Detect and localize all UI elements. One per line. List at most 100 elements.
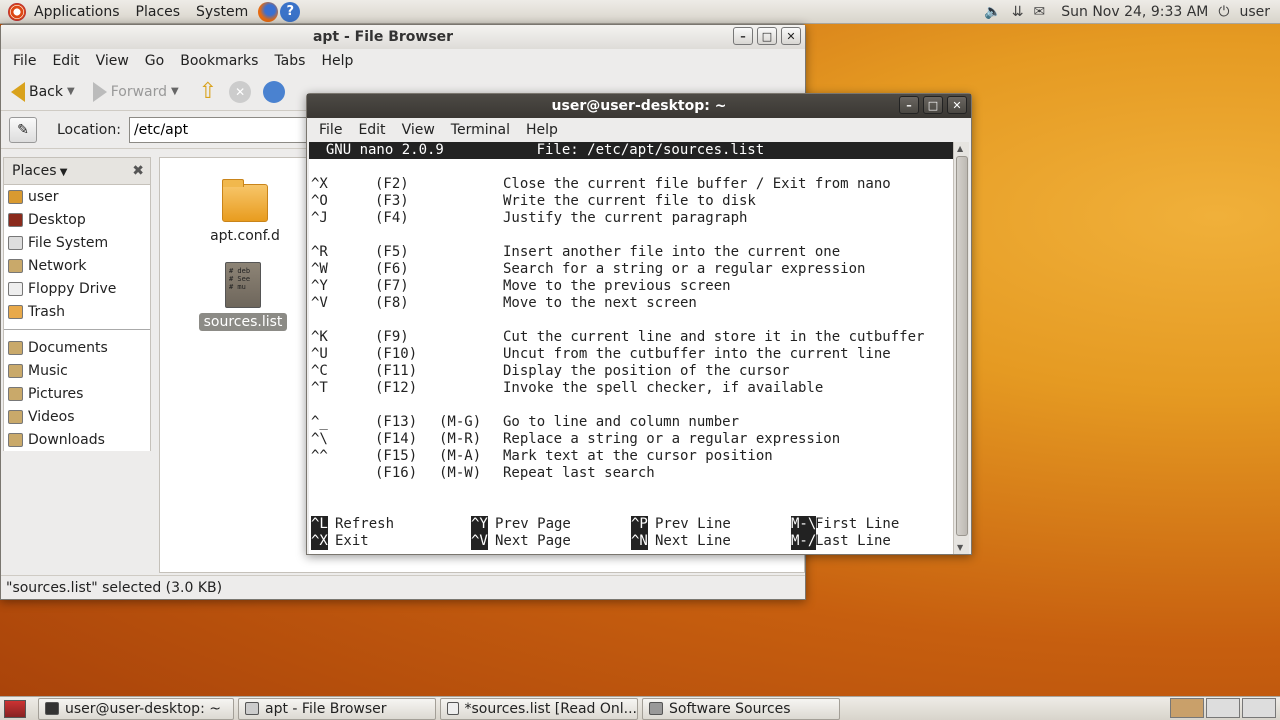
sidebar-item-pictures[interactable]: Pictures <box>4 382 150 405</box>
maximize-button[interactable]: □ <box>923 96 943 114</box>
maximize-button[interactable]: □ <box>757 27 777 45</box>
menu-view[interactable]: View <box>394 122 443 138</box>
menu-go[interactable]: Go <box>137 53 172 69</box>
sidebar-item-floppy-drive[interactable]: Floppy Drive <box>4 277 150 300</box>
minimize-button[interactable]: – <box>733 27 753 45</box>
shortcut-key: ^P <box>631 516 648 533</box>
shortcut-label: Next Page <box>495 533 571 549</box>
sidebar-divider <box>4 329 150 330</box>
menu-file[interactable]: File <box>311 122 350 138</box>
places-menu[interactable]: Places <box>128 4 189 20</box>
status-bar: "sources.list" selected (3.0 KB) <box>1 575 805 599</box>
ubuntu-logo-icon[interactable] <box>8 2 26 21</box>
workspace-3[interactable] <box>1242 698 1276 718</box>
sidebar-item-desktop[interactable]: Desktop <box>4 208 150 231</box>
text-editor-icon <box>447 702 459 715</box>
shortcut-key: ^X <box>311 533 328 550</box>
drive-icon <box>8 235 23 250</box>
downloads-folder-icon <box>8 432 23 447</box>
help-key: ^Y <box>311 278 328 294</box>
terminal-screen[interactable]: GNU nano 2.0.9 File: /etc/apt/sources.li… <box>309 142 953 554</box>
terminal-scrollbar[interactable]: ▲ ▼ <box>953 142 969 554</box>
help-key: ^^ <box>311 448 328 464</box>
workspace-2[interactable] <box>1206 698 1240 718</box>
close-sidebar-icon[interactable]: ✖ <box>132 163 144 179</box>
sidebar-item-music[interactable]: Music <box>4 359 150 382</box>
scroll-down-icon[interactable]: ▼ <box>957 543 963 552</box>
task-label: Software Sources <box>669 700 791 717</box>
sidebar-item-file-system[interactable]: File System <box>4 231 150 254</box>
help-description: Justify the current paragraph <box>503 210 748 226</box>
places-dropdown[interactable]: Places ▼ <box>12 163 67 179</box>
forward-label: Forward <box>110 83 168 100</box>
sidebar-item-downloads[interactable]: Downloads <box>4 428 150 451</box>
sidebar-list: user Desktop File System Network Floppy … <box>3 185 151 451</box>
minimize-button[interactable]: – <box>899 96 919 114</box>
network-icon[interactable]: ⇊ <box>1012 4 1024 20</box>
mail-icon[interactable]: ✉ <box>1034 4 1046 20</box>
menu-edit[interactable]: Edit <box>44 53 87 69</box>
chevron-down-icon[interactable]: ▼ <box>171 86 179 97</box>
firefox-icon[interactable] <box>258 1 279 22</box>
shutdown-icon[interactable]: ⏻ <box>1218 4 1229 20</box>
taskbar-item-terminal[interactable]: user@user-desktop: ~ <box>38 697 234 720</box>
system-menu[interactable]: System <box>188 4 256 20</box>
help-fkey: (F6) <box>375 261 409 277</box>
menu-help[interactable]: Help <box>313 53 361 69</box>
menu-edit[interactable]: Edit <box>350 122 393 138</box>
show-desktop-icon[interactable] <box>4 699 26 718</box>
sidebar-item-user[interactable]: user <box>4 185 150 208</box>
chevron-down-icon[interactable]: ▼ <box>67 86 75 97</box>
network-folder-icon <box>8 258 23 273</box>
scrollbar-thumb[interactable] <box>956 156 968 536</box>
file-item-text[interactable]: # deb # See # mu sources.list <box>198 262 288 331</box>
stop-icon[interactable]: ✕ <box>229 80 252 103</box>
sidebar-item-documents[interactable]: Documents <box>4 336 150 359</box>
workspace-1[interactable] <box>1170 698 1204 718</box>
taskbar-item-software-sources[interactable]: Software Sources <box>642 697 840 720</box>
menu-help[interactable]: Help <box>518 122 566 138</box>
menu-bookmarks[interactable]: Bookmarks <box>172 53 266 69</box>
pencil-icon[interactable]: ✎ <box>9 116 37 143</box>
close-button[interactable]: ✕ <box>947 96 967 114</box>
help-fkey: (F3) <box>375 193 409 209</box>
sidebar-item-label: Trash <box>28 303 65 320</box>
help-description: Cut the current line and store it in the… <box>503 329 925 345</box>
close-button[interactable]: ✕ <box>781 27 801 45</box>
menu-tabs[interactable]: Tabs <box>266 53 313 69</box>
help-metakey: (M-R) <box>439 431 482 447</box>
task-label: user@user-desktop: ~ <box>65 700 221 717</box>
sidebar-item-videos[interactable]: Videos <box>4 405 150 428</box>
sidebar-item-network[interactable]: Network <box>4 254 150 277</box>
window-title: apt - File Browser <box>312 29 454 45</box>
back-button[interactable]: Back ▼ <box>7 80 79 104</box>
forward-button[interactable]: Forward ▼ <box>89 80 183 104</box>
shortcut-key: M-/ <box>791 533 817 550</box>
sidebar-item-label: File System <box>28 234 109 251</box>
file-name: sources.list <box>198 313 288 331</box>
terminal-menubar: File Edit View Terminal Help <box>307 118 971 142</box>
taskbar-item-file-browser[interactable]: apt - File Browser <box>238 697 436 720</box>
up-icon[interactable]: ⇧ <box>199 79 217 104</box>
help-fkey: (F13) <box>375 414 418 430</box>
scroll-up-icon[interactable]: ▲ <box>957 144 963 153</box>
location-input[interactable] <box>128 116 329 143</box>
user-menu[interactable]: user <box>1239 4 1270 20</box>
shortcut-key: ^N <box>631 533 648 550</box>
terminal-icon <box>45 702 59 715</box>
clock[interactable]: Sun Nov 24, 9:33 AM <box>1061 4 1208 20</box>
taskbar-item-editor[interactable]: *sources.list [Read Onl... <box>440 697 638 720</box>
sidebar: Places ▼ ✖ user Desktop File System Netw… <box>3 157 151 573</box>
menu-file[interactable]: File <box>5 53 44 69</box>
sidebar-item-trash[interactable]: Trash <box>4 300 150 323</box>
applications-menu[interactable]: Applications <box>26 4 128 20</box>
reload-icon[interactable] <box>263 80 286 103</box>
help-icon[interactable]: ? <box>280 1 301 22</box>
menu-terminal[interactable]: Terminal <box>443 122 518 138</box>
volume-icon[interactable]: 🔈 <box>984 4 1001 20</box>
terminal-titlebar[interactable]: user@user-desktop: ~ – □ ✕ <box>307 94 971 118</box>
menu-view[interactable]: View <box>88 53 137 69</box>
back-arrow-icon <box>11 81 25 102</box>
file-browser-titlebar[interactable]: apt - File Browser – □ ✕ <box>1 25 805 49</box>
file-item-folder[interactable]: apt.conf.d <box>200 179 290 244</box>
